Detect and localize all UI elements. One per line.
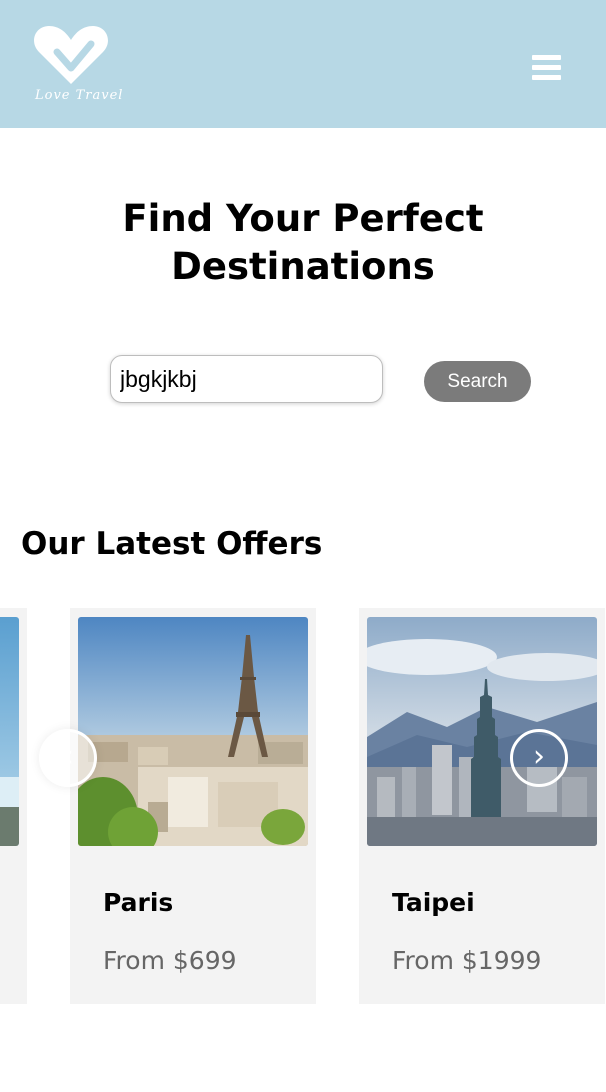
offer-card-image xyxy=(0,617,19,846)
search-input[interactable] xyxy=(110,355,383,403)
offer-card-paris[interactable]: Paris From $699 xyxy=(70,608,316,1004)
offer-card-city: Taipei xyxy=(392,888,475,917)
hero-title-line1: Find Your Perfect xyxy=(122,197,484,240)
offer-card-city: Paris xyxy=(103,888,174,917)
offer-card[interactable] xyxy=(0,608,27,1004)
offers-carousel: Paris From $699 Taipei From $1999 xyxy=(0,608,606,1004)
hero-title-line2: Destinations xyxy=(171,245,435,288)
site-header: Love Travel xyxy=(0,0,606,128)
offer-card-image xyxy=(78,617,308,846)
logo-text: Love Travel xyxy=(35,88,124,103)
carousel-next-button[interactable]: › xyxy=(510,729,568,787)
offer-card-taipei[interactable]: Taipei From $1999 xyxy=(359,608,605,1004)
heart-icon xyxy=(34,26,108,84)
carousel-prev-button[interactable]: ‹ xyxy=(39,729,97,787)
hamburger-menu-icon[interactable] xyxy=(528,53,564,83)
offers-section-title: Our Latest Offers xyxy=(21,526,323,562)
search-button[interactable]: Search xyxy=(424,361,531,402)
offer-card-price: From $1999 xyxy=(392,946,542,975)
hero-title: Find Your Perfect Destinations xyxy=(0,195,606,291)
offer-card-image xyxy=(367,617,597,846)
logo[interactable]: Love Travel xyxy=(33,22,122,110)
offer-card-price: From $699 xyxy=(103,946,237,975)
